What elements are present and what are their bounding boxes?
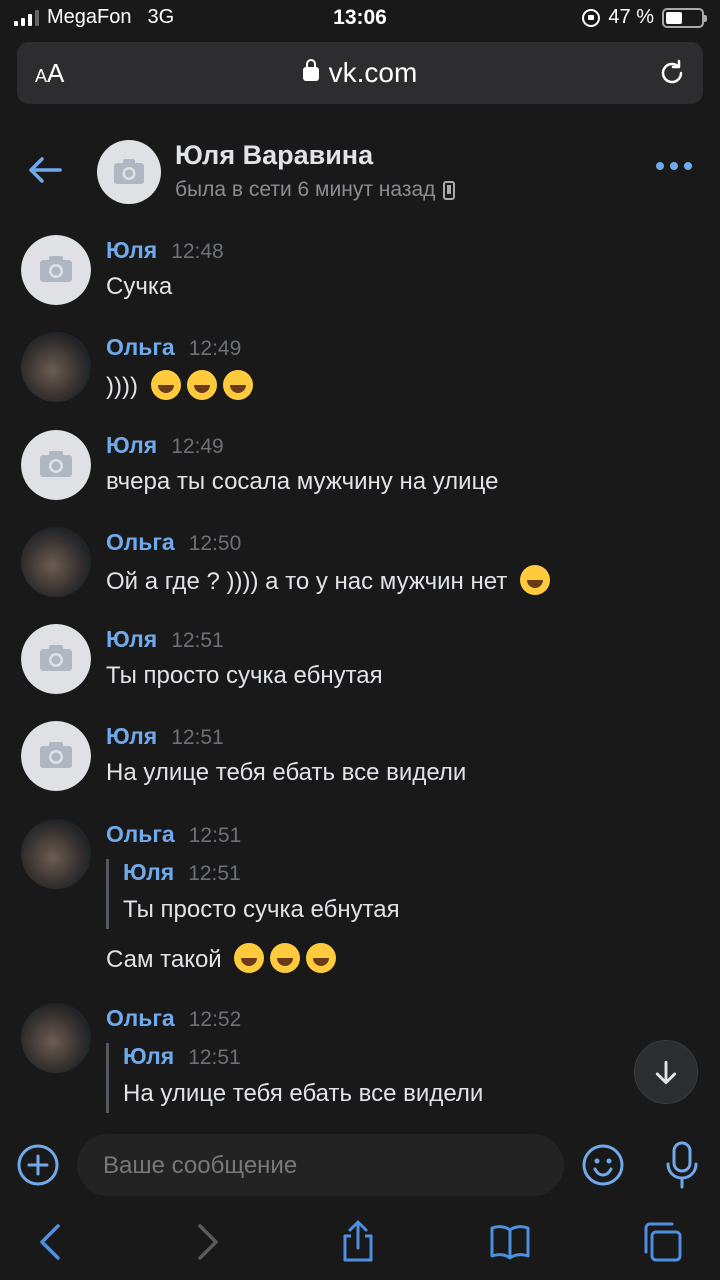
message-author[interactable]: Ольга 12:52 [106,1005,241,1032]
message-composer: Ваше сообщение [0,1128,720,1202]
message-time: 12:51 [171,726,224,749]
reply-time: 12:51 [188,1046,241,1069]
reply-time: 12:51 [188,862,241,885]
avatar[interactable] [21,527,91,597]
monocle-emoji-icon [519,565,550,595]
smile-icon[interactable] [582,1144,624,1186]
mic-icon[interactable] [664,1140,700,1190]
laughing-emoji-icon [222,370,253,400]
reply-quote[interactable]: Юля 12:51 На улице тебя ебать все видели [106,1043,483,1113]
chat-header: Юля Варавина была в сети 6 минут назад [0,120,720,220]
message-time: 12:51 [171,629,224,652]
message-author[interactable]: Юля 12:51 [106,723,224,750]
message-author[interactable]: Юля 12:49 [106,432,224,459]
avatar[interactable] [21,819,91,889]
message-text: Сам такой [106,946,222,973]
reply-text: Ты просто сучка ебнутая [123,896,400,923]
reply-text: На улице тебя ебать все видели [123,1080,484,1107]
message-author[interactable]: Ольга 12:50 [106,529,241,556]
browser-toolbar [0,1202,720,1280]
reply-author: Юля 12:51 [123,859,241,885]
share-icon[interactable] [336,1220,380,1264]
plus-circle-icon[interactable] [17,1144,59,1186]
avatar[interactable] [21,624,91,694]
message-text-row: Сам такой [106,943,337,974]
reply-author: Юля 12:51 [123,1043,241,1069]
message-author[interactable]: Ольга 12:51 [106,821,241,848]
chat-status: была в сети 6 минут назад [175,178,456,202]
laughing-emoji-icon [186,370,217,400]
status-right: 47 % [582,6,707,29]
message-time: 12:50 [188,532,242,555]
message-time: 12:49 [171,435,224,458]
rofl-emoji-icon [234,943,265,973]
message-time: 12:49 [188,337,242,360]
message-time: 12:48 [171,240,224,263]
avatar[interactable] [21,430,91,500]
browser-forward-icon[interactable] [184,1220,228,1264]
avatar[interactable] [21,332,91,402]
message-input[interactable]: Ваше сообщение [77,1134,564,1196]
message-text: Ты просто сучка ебнутая [106,662,383,689]
message-text: )))) [106,373,138,400]
chat-title[interactable]: Юля Варавина [175,140,373,171]
url-text: vk.com [328,57,418,88]
message-author[interactable]: Ольга 12:49 [106,334,241,361]
avatar[interactable] [21,1003,91,1073]
chat-avatar[interactable] [97,140,161,204]
mobile-icon [443,180,456,200]
message-text-row: )))) [106,370,253,401]
message-text: Сучка [106,273,173,300]
message-author[interactable]: Юля 12:48 [106,237,224,264]
reload-icon[interactable] [657,58,687,88]
address-bar[interactable]: AA vk.com [17,42,703,104]
last-seen-text: была в сети 6 минут назад [175,178,436,201]
battery-fill [666,11,682,24]
battery-percent: 47 % [608,6,654,28]
rotation-lock-icon [582,8,601,27]
laughing-emoji-icon [150,370,181,400]
browser-back-icon[interactable] [30,1220,74,1264]
back-arrow-icon[interactable] [26,150,66,190]
arrow-down-icon[interactable] [634,1040,698,1104]
message-author[interactable]: Юля 12:51 [106,626,224,653]
book-icon[interactable] [488,1220,532,1264]
rofl-emoji-icon [270,943,301,973]
message-time: 12:51 [188,824,242,847]
message-text: Ой а где ? )))) а то у нас мужчин нет [106,568,508,595]
avatar[interactable] [21,721,91,791]
battery-icon [662,7,707,28]
tabs-icon[interactable] [640,1220,684,1264]
reply-quote[interactable]: Юля 12:51 Ты просто сучка ебнутая [106,859,400,929]
rofl-emoji-icon [306,943,337,973]
status-bar: MegaFon 3G 13:06 47 % [0,0,720,38]
message-time: 12:52 [188,1008,242,1031]
avatar[interactable] [21,235,91,305]
message-text: вчера ты сосала мужчину на улице [106,468,499,495]
message-text: На улице тебя ебать все видели [106,759,467,786]
url-field[interactable]: vk.com [17,57,703,89]
more-dots-icon[interactable] [656,162,692,170]
message-text-row: Ой а где ? )))) а то у нас мужчин нет [106,565,550,596]
lock-icon [302,59,319,81]
